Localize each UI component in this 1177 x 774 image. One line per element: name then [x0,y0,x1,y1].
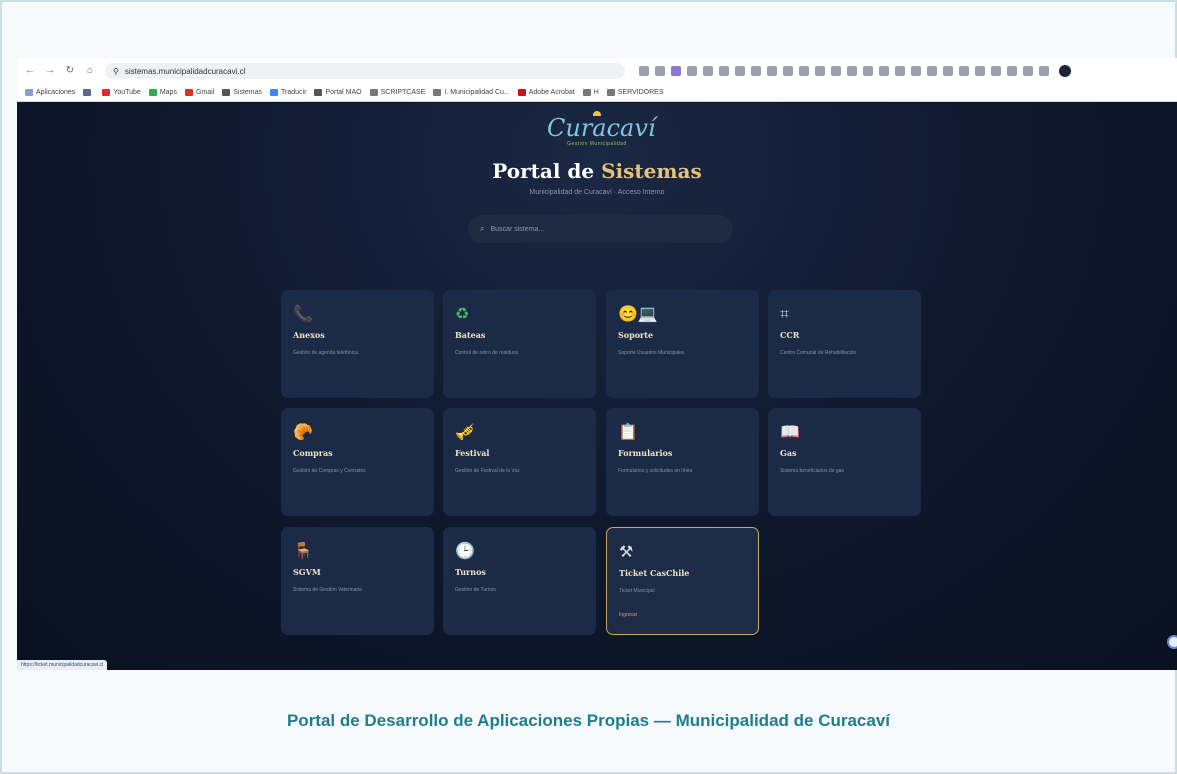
forward-icon[interactable]: → [43,64,57,78]
bookmark-item[interactable]: Adobe Acrobat [517,89,575,96]
clock-icon: 🕒 [455,543,475,560]
extension-icon[interactable] [799,66,809,76]
extension-icon[interactable] [1039,66,1049,76]
maps-icon [148,89,157,96]
grid-icon [83,89,92,96]
extension-icon[interactable] [719,66,729,76]
bookmark-item[interactable]: Traducir [270,89,306,96]
page-subtitle: Municipalidad de Curacaví · Acceso Inter… [529,189,665,196]
extension-icon[interactable] [863,66,873,76]
system-card-ticket-caschile[interactable]: ⚒ Ticket CasChile Ticket Municipal Ingre… [606,527,759,635]
extension-icon[interactable] [815,66,825,76]
bookmark-item[interactable]: Sistemas [222,89,262,96]
globe-icon [314,89,323,96]
extension-icon[interactable] [911,66,921,76]
extension-icon[interactable] [847,66,857,76]
folder-icon [582,89,591,96]
bookmark-item[interactable]: Aplicaciones [25,89,75,96]
search-icon: ⌕ [480,224,485,233]
system-card-formularios[interactable]: 📋 Formularios Formularios y solicitudes … [606,408,759,516]
system-card-sgvm[interactable]: 🪑 SGVM Sistema de Gestión Veterinaria [281,527,434,635]
bookmark-item[interactable]: Gmail [184,89,214,96]
bookmark-item[interactable]: I. Municipalidad Cu... [433,89,510,96]
rehab-icon: ⌗ [780,306,790,323]
extension-icon[interactable] [975,66,985,76]
support-icon: 😊💻 [618,306,658,323]
address-url: sistemas.municipalidadcuracavi.cl [124,66,246,76]
extension-icon[interactable] [943,66,953,76]
floating-assistant-button[interactable] [1167,635,1177,649]
phone-icon: 📞 [293,306,313,323]
card-enter-link[interactable]: Ingresar [619,612,746,618]
extension-icon[interactable] [783,66,793,76]
extension-icon[interactable] [831,66,841,76]
clipboard-icon: 📋 [618,424,638,441]
bookmark-item[interactable]: H [582,89,599,96]
youtube-icon [102,89,111,96]
search-input[interactable]: ⌕ Buscar sistema... [468,215,733,243]
portal-page: Curacaví Gestión Municipalidad Portal de… [17,103,1177,670]
bookmark-item[interactable] [83,89,94,96]
extension-icon[interactable] [687,66,697,76]
extension-icon[interactable] [703,66,713,76]
browser-screenshot: ← → ↻ ⌂ ⚲ sistemas.municipalidadcuracavi… [17,58,1177,670]
system-card-anexos[interactable]: 📞 Anexos Gestión de agenda telefónica [281,290,434,398]
translate-icon [270,89,279,96]
folder-icon [433,89,442,96]
book-icon: 📖 [780,424,800,441]
extension-icon[interactable] [879,66,889,76]
back-icon[interactable]: ← [23,64,37,78]
browser-toolbar: ← → ↻ ⌂ ⚲ sistemas.municipalidadcuracavi… [17,58,1177,84]
bookmarks-bar: Aplicaciones YouTube Maps Gmail Sistemas… [17,84,1177,102]
extension-icon[interactable] [959,66,969,76]
extension-icon[interactable] [671,66,681,76]
system-card-compras[interactable]: 🥐 Compras Gestión de Compras y Contratos [281,408,434,516]
bookmark-item[interactable]: Portal MAO [314,89,362,96]
curacavi-logo: Curacaví Gestión Municipalidad [547,111,656,155]
veterinary-icon: 🪑 [293,543,313,560]
bookmark-item[interactable]: YouTube [102,89,141,96]
figure-caption: Portal de Desarrollo de Aplicaciones Pro… [286,711,891,730]
page-title: Portal de Sistemas [492,159,702,183]
system-card-gas[interactable]: 📖 Gas Sistema beneficiarios de gas [768,408,921,516]
extension-icon[interactable] [639,66,649,76]
apps-icon [25,89,33,96]
extension-icon[interactable] [655,66,665,76]
extension-icon[interactable] [1023,66,1033,76]
extension-icon[interactable] [1007,66,1017,76]
address-bar[interactable]: ⚲ sistemas.municipalidadcuracavi.cl [105,63,625,79]
extension-icon[interactable] [767,66,777,76]
system-card-soporte[interactable]: 😊💻 Soporte Soporte Usuarios Municipales [606,290,759,398]
system-card-festival[interactable]: 🎺 Festival Gestión de Festival de la Voz [443,408,596,516]
reload-icon[interactable]: ↻ [63,64,77,78]
bookmark-item[interactable]: SERVIDORES [606,89,664,96]
system-card-turnos[interactable]: 🕒 Turnos Gestión de Turnos [443,527,596,635]
recycle-icon: ♻ [455,306,470,323]
extension-icon[interactable] [751,66,761,76]
folder-icon [606,89,615,96]
extension-icon[interactable] [991,66,1001,76]
system-card-ccr[interactable]: ⌗ CCR Centro Comunal de Rehabilitación [768,290,921,398]
browser-status-bar: https://ticket.municipalidadcuracavi.cl [17,660,108,670]
tools-icon: ⚒ [619,544,634,561]
extension-icons [639,66,1049,76]
bookmark-item[interactable]: Maps [148,89,177,96]
folder-icon [369,89,378,96]
extension-icon[interactable] [895,66,905,76]
globe-icon [222,89,231,96]
shopping-icon: 🥐 [293,424,313,441]
bookmark-item[interactable]: SCRIPTCASE [369,89,425,96]
extension-icon[interactable] [927,66,937,76]
gmail-icon [184,89,193,96]
system-card-bateas[interactable]: ♻ Bateas Control de retiro de residuos [443,290,596,398]
extension-icon[interactable] [735,66,745,76]
profile-avatar[interactable] [1059,65,1071,77]
trumpet-icon: 🎺 [455,424,475,441]
sun-icon [593,111,601,116]
acrobat-icon [517,89,526,96]
site-info-icon[interactable]: ⚲ [113,67,119,76]
search-placeholder: Buscar sistema... [490,225,545,233]
home-icon[interactable]: ⌂ [83,64,97,78]
